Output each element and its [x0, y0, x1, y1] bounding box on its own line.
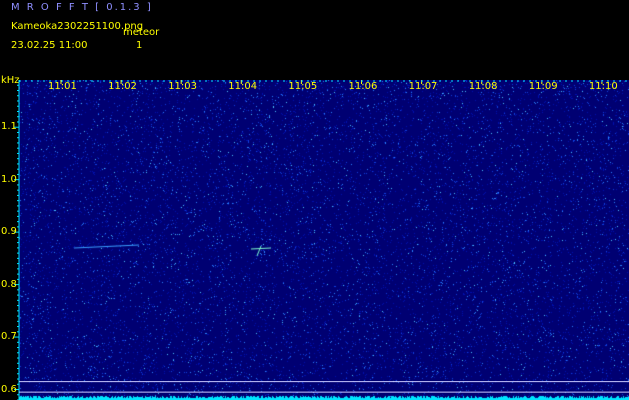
time-tick-label: 11:08 — [468, 81, 498, 92]
time-tick-label: 11:01 — [48, 81, 77, 92]
app-title: M R O F F T [ 0.1.3 ] — [11, 2, 153, 13]
time-tick-label: 11:06 — [348, 81, 378, 92]
time-tick-label: 11:09 — [528, 81, 558, 92]
record-datetime: 23.02.25 11:00 — [11, 40, 88, 51]
y-unit-label: kHz — [1, 75, 20, 86]
meteor-label: meteor — [123, 27, 160, 38]
mrofft-window: M R O F F T [ 0.1.3 ] Kameoka2302251100.… — [0, 0, 629, 400]
time-tick-label: 11:02 — [108, 81, 137, 92]
freq-tick-label: 0.7 — [1, 331, 17, 343]
freq-tick-label: 1.0 — [1, 173, 17, 185]
freq-tick-label: 0.8 — [1, 278, 17, 290]
meteor-count: 1 — [136, 40, 143, 51]
time-tick-label: 11:10 — [588, 81, 618, 92]
time-tick-label: 11:03 — [168, 81, 198, 92]
freq-tick-label: 0.6 — [1, 383, 17, 395]
freq-tick-label: 0.9 — [1, 226, 17, 238]
freq-tick-label: 1.1 — [1, 121, 17, 133]
spectrogram-plot — [19, 80, 629, 400]
time-tick-label: 11:05 — [288, 81, 318, 92]
time-tick-label: 11:04 — [228, 81, 258, 92]
time-tick-label: 11:07 — [408, 81, 438, 92]
spectrogram-noise — [19, 80, 629, 400]
